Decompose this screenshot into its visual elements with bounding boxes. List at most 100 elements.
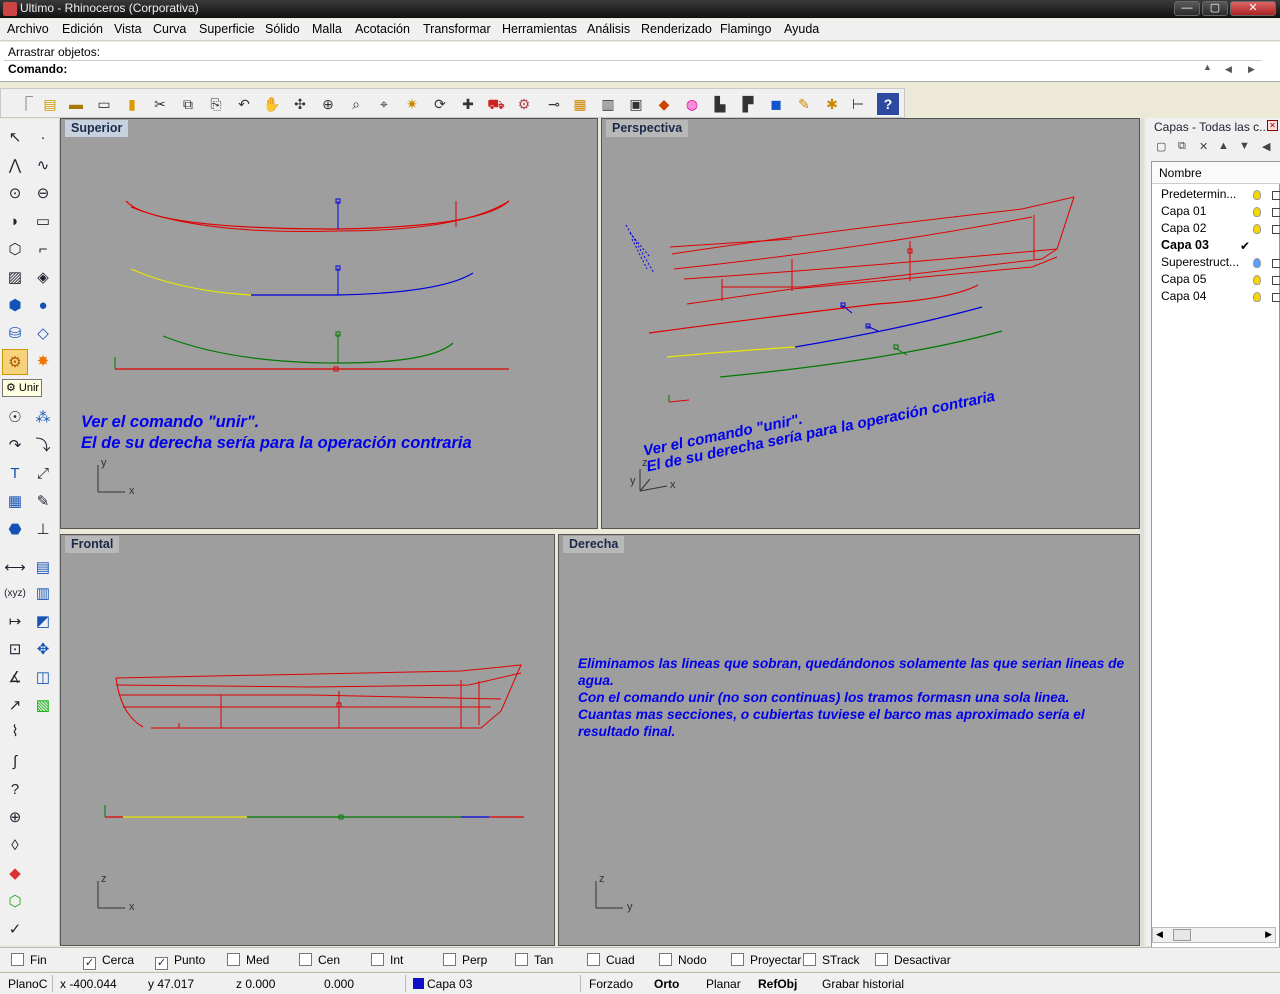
zoom-all-icon[interactable]: ✷ (401, 93, 423, 115)
array-icon[interactable]: ▦ (2, 489, 28, 515)
lock-icon[interactable] (1272, 208, 1280, 217)
polyline-icon[interactable]: ⋀ (2, 153, 28, 179)
rotate-cplane-icon[interactable]: ◩ (30, 609, 56, 635)
split-icon[interactable]: ⁂ (30, 405, 56, 431)
query-icon[interactable]: ? (2, 777, 28, 803)
checkbox[interactable] (515, 953, 528, 966)
properties-cube-icon[interactable]: ⬡ (2, 889, 28, 915)
check-icon[interactable]: ✓ (2, 917, 28, 943)
open-file-icon[interactable]: ▤ (39, 93, 61, 115)
angle-icon[interactable]: ∡ (2, 665, 28, 691)
viewport-title-frontal[interactable]: Frontal (65, 536, 120, 553)
layer-row[interactable]: Capa 04 (1161, 289, 1206, 306)
curve-icon[interactable]: ∿ (30, 153, 56, 179)
osnap-nodo[interactable]: Nodo (659, 953, 707, 967)
bounding-box-icon[interactable]: ⊡ (2, 637, 28, 663)
new-sublayer-icon[interactable]: ⧉ (1178, 140, 1186, 153)
checkbox[interactable] (803, 953, 816, 966)
select-points-icon[interactable]: ▦ (569, 93, 591, 115)
menu-archivo[interactable]: Archivo (7, 22, 49, 36)
cut-icon[interactable]: ✂ (149, 93, 171, 115)
curvature-icon[interactable]: ⌇ (2, 719, 28, 745)
menu-acotacion[interactable]: Acotación (355, 22, 410, 36)
lock-icon[interactable] (1272, 259, 1280, 268)
new-file-icon[interactable]: ⎾ (15, 93, 37, 115)
menu-renderizado[interactable]: Renderizado (641, 22, 712, 36)
layers-hscrollbar[interactable]: ◀ ▶ (1152, 927, 1276, 943)
point-icon[interactable]: · (30, 125, 56, 151)
layer-row[interactable]: Capa 05 (1161, 272, 1206, 289)
undo-icon[interactable]: ↶ (233, 93, 255, 115)
viewport-title-perspectiva[interactable]: Perspectiva (606, 120, 689, 137)
checkbox[interactable] (299, 953, 312, 966)
join-icon[interactable]: ⚙ (2, 349, 28, 375)
menu-transformar[interactable]: Transformar (423, 22, 491, 36)
zoom-selected-icon[interactable]: ⟳ (429, 93, 451, 115)
move-icon[interactable]: ⤢ (30, 461, 56, 487)
menu-superficie[interactable]: Superficie (199, 22, 255, 36)
osnap-fin[interactable]: Fin (11, 953, 47, 967)
render-icon[interactable]: ◆ (653, 93, 675, 115)
planar-toggle[interactable]: Planar (706, 977, 741, 991)
layer-column-header[interactable]: Nombre (1152, 162, 1280, 184)
lock-icon[interactable] (1272, 276, 1280, 285)
xyz-icon[interactable]: (xyz) (2, 581, 28, 607)
osnap-icon[interactable]: ⊸ (543, 93, 565, 115)
current-layer-status[interactable]: Capa 03 (413, 977, 472, 991)
collapse-icon[interactable]: ◀ (1262, 140, 1270, 153)
vehicle-icon[interactable]: ⛟ (485, 93, 507, 115)
viewport-title-derecha[interactable]: Derecha (563, 536, 625, 553)
new-layer-icon[interactable]: ▢ (1156, 140, 1166, 153)
box-icon[interactable]: ⬢ (2, 293, 28, 319)
group-icon[interactable]: ⬣ (2, 517, 28, 543)
sphere-icon[interactable]: ● (30, 293, 56, 319)
lock-icon[interactable] (1272, 225, 1280, 234)
properties-icon[interactable]: ▣ (625, 93, 647, 115)
minimize-button[interactable]: — (1174, 1, 1200, 16)
forzado-toggle[interactable]: Forzado (589, 977, 633, 991)
visibility-bulb-icon[interactable] (1253, 258, 1261, 268)
set-view-icon[interactable]: ◫ (30, 665, 56, 691)
visibility-bulb-icon[interactable] (1253, 207, 1261, 217)
zoom-dynamic-icon[interactable]: ⊕ (317, 93, 339, 115)
menu-malla[interactable]: Malla (312, 22, 342, 36)
osnap-med[interactable]: Med (227, 953, 269, 967)
edit-points-icon[interactable]: ✎ (30, 489, 56, 515)
layer-row[interactable]: Capa 01 (1161, 204, 1206, 221)
polygon-icon[interactable]: ⬡ (2, 237, 28, 263)
help-icon[interactable]: ? (877, 93, 899, 115)
mesh-icon[interactable]: ◇ (30, 321, 56, 347)
refobj-toggle[interactable]: RefObj (758, 977, 797, 991)
rectangle-icon[interactable]: ▭ (30, 209, 56, 235)
ellipse-icon[interactable]: ⊖ (30, 181, 56, 207)
osnap-desactivar[interactable]: Desactivar (875, 953, 951, 967)
layer-row[interactable]: Capa 02 (1161, 221, 1206, 238)
checkbox[interactable] (587, 953, 600, 966)
checkbox[interactable] (227, 953, 240, 966)
checkbox[interactable] (443, 953, 456, 966)
scroll-thumb[interactable] (1173, 929, 1191, 941)
materials-icon[interactable]: ◍ (681, 93, 703, 115)
view-icon[interactable]: ▥ (30, 581, 56, 607)
text-icon[interactable]: T (2, 461, 28, 487)
orient-icon[interactable]: ⊕ (2, 805, 28, 831)
grid-snap-icon[interactable]: ✚ (457, 93, 479, 115)
color-analysis-icon[interactable]: ◆ (2, 861, 28, 887)
checkbox[interactable] (371, 953, 384, 966)
copy-icon[interactable]: ⧉ (177, 93, 199, 115)
osnap-punto[interactable]: ✓ Punto (155, 953, 205, 970)
checkbox[interactable] (659, 953, 672, 966)
close-button[interactable]: ✕ (1230, 1, 1276, 16)
osnap-perp[interactable]: Perp (443, 953, 487, 967)
cplane-status[interactable]: PlanoC (8, 977, 47, 991)
dimension-tool-icon[interactable]: ⊥ (30, 517, 56, 543)
scroll-right-icon[interactable]: ▶ (1265, 929, 1272, 940)
command-input[interactable] (70, 61, 1200, 78)
layer-row[interactable]: Superestruct... (1161, 255, 1239, 272)
osnap-proyectar[interactable]: Proyectar (731, 953, 801, 967)
paste-icon[interactable]: ⎘ (205, 93, 227, 115)
osnap-strack[interactable]: STrack (803, 953, 860, 967)
radius-icon[interactable]: ↗ (2, 693, 28, 719)
print-icon[interactable]: ▭ (93, 93, 115, 115)
osnap-cerca[interactable]: ✓ Cerca (83, 953, 134, 970)
